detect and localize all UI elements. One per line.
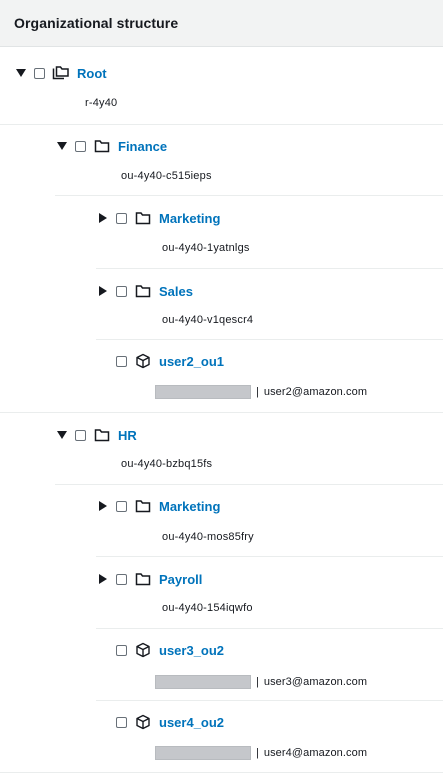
- finance-sales-checkbox[interactable]: [116, 285, 127, 297]
- org-structure-panel: Organizational structure Root r-4y40 Fin…: [0, 0, 443, 782]
- finance-marketing-id: ou-4y40-1yatnlgs: [162, 242, 250, 254]
- caret-right-icon[interactable]: [96, 281, 110, 301]
- tree-node-user2-ou1[interactable]: user2_ou1: [96, 351, 224, 371]
- folder-icon: [134, 570, 152, 588]
- tree-node-finance-sales[interactable]: Sales: [96, 281, 193, 301]
- hr-marketing-name[interactable]: Marketing: [159, 499, 220, 514]
- account-cube-icon: [134, 713, 152, 731]
- panel-title: Organizational structure: [14, 15, 179, 31]
- redacted-account-id: [155, 746, 251, 760]
- separator: |: [256, 386, 259, 398]
- hr-payroll-id: ou-4y40-154iqwfo: [162, 602, 253, 614]
- caret-down-icon[interactable]: [55, 136, 69, 156]
- finance-marketing-name[interactable]: Marketing: [159, 211, 220, 226]
- separator: |: [256, 676, 259, 688]
- tree-node-hr-payroll[interactable]: Payroll: [96, 569, 202, 589]
- user2-email: user2@amazon.com: [263, 386, 368, 398]
- finance-sales-name[interactable]: Sales: [159, 284, 193, 299]
- tree-node-user3-ou2[interactable]: user3_ou2: [96, 640, 224, 660]
- hr-marketing-id: ou-4y40-mos85fry: [162, 531, 254, 543]
- divider: [96, 556, 443, 557]
- user3-account-row: | user3@amazon.com: [155, 674, 367, 690]
- root-id: r-4y40: [85, 97, 118, 109]
- folder-icon: [134, 209, 152, 227]
- tree-node-root[interactable]: Root: [14, 63, 107, 83]
- tree-node-finance[interactable]: Finance: [55, 136, 167, 156]
- tree-node-user4-ou2[interactable]: user4_ou2: [96, 712, 224, 732]
- separator: |: [256, 747, 259, 759]
- hr-payroll-checkbox[interactable]: [116, 573, 127, 585]
- root-folders-icon: [52, 64, 70, 82]
- finance-marketing-checkbox[interactable]: [116, 212, 127, 224]
- folder-icon: [93, 137, 111, 155]
- tree-node-finance-marketing[interactable]: Marketing: [96, 208, 220, 228]
- user3-email: user3@amazon.com: [263, 676, 368, 688]
- user3-ou2-name[interactable]: user3_ou2: [159, 643, 224, 658]
- hr-payroll-name[interactable]: Payroll: [159, 572, 202, 587]
- account-cube-icon: [134, 352, 152, 370]
- user4-ou2-name[interactable]: user4_ou2: [159, 715, 224, 730]
- folder-icon: [93, 426, 111, 444]
- user4-account-row: | user4@amazon.com: [155, 745, 367, 761]
- tree-node-hr-marketing[interactable]: Marketing: [96, 496, 220, 516]
- caret-down-icon[interactable]: [55, 425, 69, 445]
- divider: [55, 484, 443, 485]
- finance-checkbox[interactable]: [75, 140, 86, 152]
- redacted-account-id: [155, 675, 251, 689]
- finance-name[interactable]: Finance: [118, 139, 167, 154]
- user4-email: user4@amazon.com: [263, 747, 368, 759]
- hr-marketing-checkbox[interactable]: [116, 500, 127, 512]
- user2-account-row: | user2@amazon.com: [155, 384, 367, 400]
- user3-ou2-checkbox[interactable]: [116, 644, 127, 656]
- tree-node-hr[interactable]: HR: [55, 425, 137, 445]
- user4-ou2-checkbox[interactable]: [116, 716, 127, 728]
- finance-sales-id: ou-4y40-v1qescr4: [162, 314, 254, 326]
- root-name[interactable]: Root: [77, 66, 107, 81]
- account-cube-icon: [134, 641, 152, 659]
- divider: [0, 124, 443, 125]
- divider: [96, 628, 443, 629]
- redacted-account-id: [155, 385, 251, 399]
- caret-right-icon[interactable]: [96, 569, 110, 589]
- caret-right-icon[interactable]: [96, 208, 110, 228]
- divider: [96, 268, 443, 269]
- divider: [0, 412, 443, 413]
- folder-icon: [134, 282, 152, 300]
- divider: [96, 700, 443, 701]
- caret-right-icon[interactable]: [96, 496, 110, 516]
- divider: [96, 339, 443, 340]
- panel-header: Organizational structure: [0, 0, 443, 47]
- folder-icon: [134, 497, 152, 515]
- user2-ou1-name[interactable]: user2_ou1: [159, 354, 224, 369]
- hr-id: ou-4y40-bzbq15fs: [121, 458, 213, 470]
- root-checkbox[interactable]: [34, 67, 45, 79]
- finance-id: ou-4y40-c515ieps: [121, 170, 212, 182]
- divider: [55, 195, 443, 196]
- hr-checkbox[interactable]: [75, 429, 86, 441]
- user2-ou1-checkbox[interactable]: [116, 355, 127, 367]
- hr-name[interactable]: HR: [118, 428, 137, 443]
- divider: [0, 772, 443, 773]
- caret-down-icon[interactable]: [14, 63, 28, 83]
